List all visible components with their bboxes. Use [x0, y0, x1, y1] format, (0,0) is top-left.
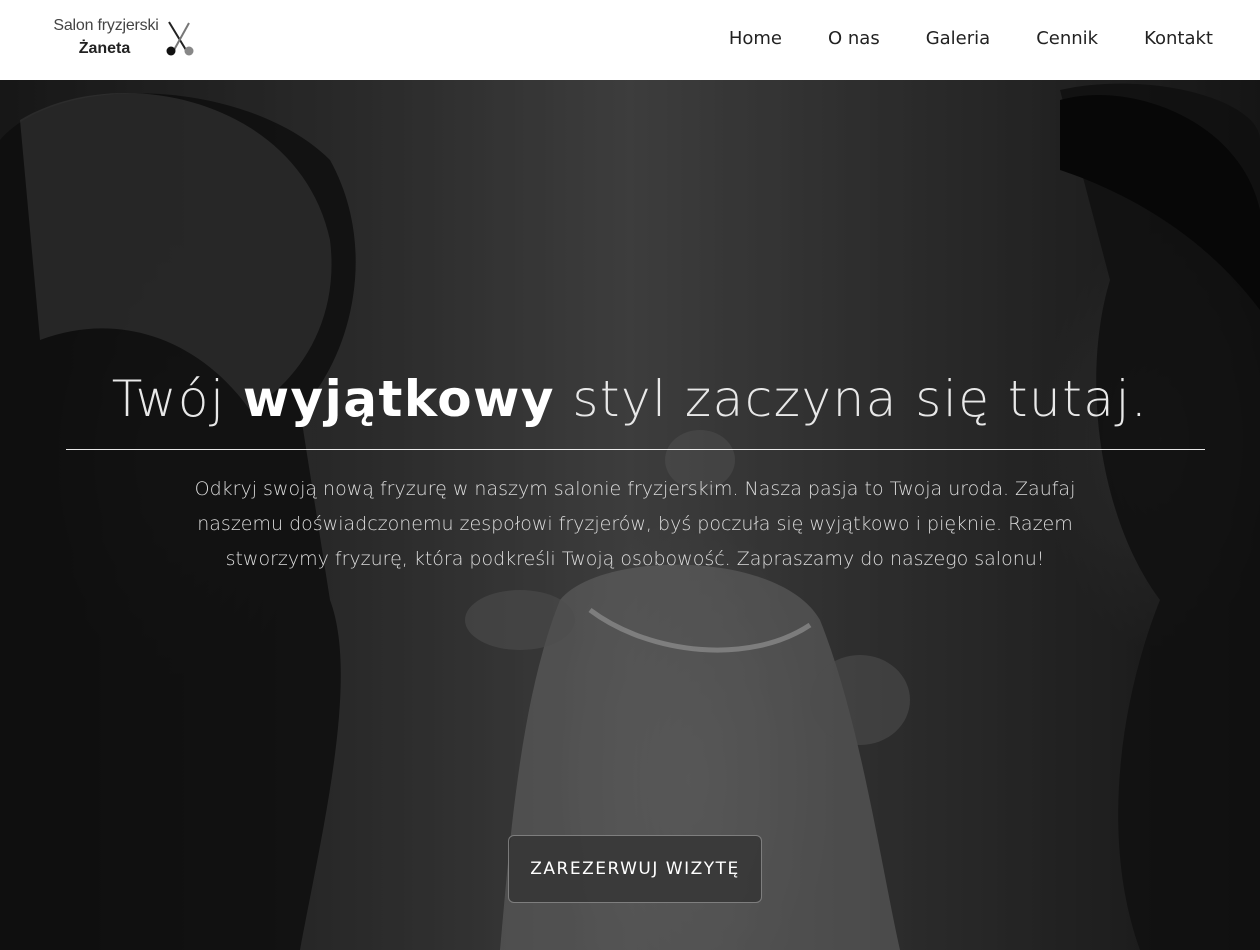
scissors-icon: [166, 21, 194, 56]
book-appointment-button[interactable]: ZAREZERWUJ WIZYTĘ: [508, 835, 762, 903]
main-nav: Home O nas Galeria Cennik Kontakt: [683, 28, 1213, 49]
nav-item-o-nas[interactable]: O nas: [828, 28, 880, 49]
hero-title-end: styl zaczyna się tutaj.: [572, 370, 1149, 428]
hero-description: Odkryj swoją nową fryzurę w naszym salon…: [194, 478, 1076, 570]
hero-title: Twój wyjątkowy styl zaczyna się tutaj.: [0, 370, 1260, 428]
hero-divider: [66, 449, 1205, 450]
hero-section: Twój wyjątkowy styl zaczyna się tutaj. O…: [0, 80, 1260, 950]
logo[interactable]: Salon fryzjerski Żaneta: [51, 17, 201, 63]
nav-item-kontakt[interactable]: Kontakt: [1144, 28, 1213, 49]
nav-item-galeria[interactable]: Galeria: [926, 28, 991, 49]
hero-title-start: Twój: [111, 370, 226, 428]
logo-line-1: Salon fryzjerski: [53, 17, 159, 34]
nav-item-cennik[interactable]: Cennik: [1036, 28, 1098, 49]
site-header: Salon fryzjerski Żaneta Home O nas Galer…: [0, 0, 1260, 80]
nav-item-home[interactable]: Home: [729, 28, 782, 49]
logo-line-2: Żaneta: [78, 40, 131, 57]
hero-title-emphasis: wyjątkowy: [242, 370, 555, 428]
